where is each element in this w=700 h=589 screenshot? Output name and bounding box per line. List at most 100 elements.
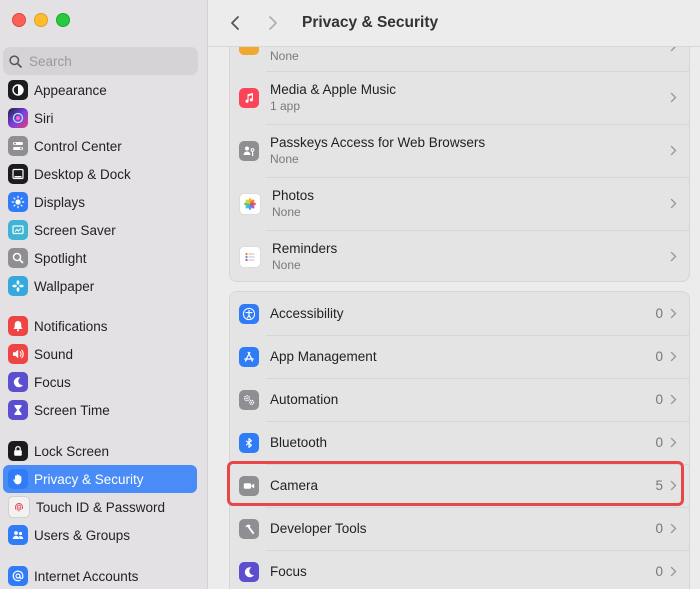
- sidebar-item-siri[interactable]: Siri: [3, 104, 197, 132]
- sidebar-item-label: Sound: [34, 346, 74, 362]
- list-item-name: Photos: [272, 188, 315, 203]
- sidebar-item-label: Appearance: [34, 82, 107, 98]
- list-item-app-management[interactable]: App Management 0: [237, 335, 683, 378]
- app-count: 0: [655, 392, 663, 407]
- list-item-accessibility[interactable]: Accessibility 0: [237, 292, 683, 335]
- dock-icon: [8, 164, 28, 184]
- sidebar-item-screen-saver[interactable]: Screen Saver: [3, 216, 197, 244]
- bluetooth-icon: [239, 432, 259, 453]
- app-count: 0: [655, 349, 663, 364]
- sidebar-item-label: Spotlight: [34, 250, 87, 266]
- video-camera-icon: [239, 475, 259, 496]
- sidebar-item-desktop-dock[interactable]: Desktop & Dock: [3, 160, 197, 188]
- list-item-name: Camera: [270, 478, 319, 493]
- list-item-focus[interactable]: Focus 0: [237, 550, 683, 589]
- hammer-icon: [239, 518, 259, 539]
- sidebar-item-users-groups[interactable]: Users & Groups: [3, 521, 197, 549]
- sidebar-item-label: Siri: [34, 110, 54, 126]
- chevron-right-icon: [670, 480, 677, 491]
- at-icon: [8, 566, 28, 586]
- sidebar-item-label: Screen Saver: [34, 222, 116, 238]
- list-item-name: Accessibility: [270, 306, 344, 321]
- sidebar-item-wallpaper[interactable]: Wallpaper: [3, 272, 197, 300]
- sidebar-item-lock-screen[interactable]: Lock Screen: [3, 437, 197, 465]
- list-item-status: None: [272, 258, 301, 272]
- list-item-status: 1 app: [270, 99, 301, 113]
- list-item-name: Reminders: [272, 241, 338, 256]
- list-item-reminders[interactable]: Reminders None: [237, 230, 683, 283]
- chevron-right-icon: [670, 145, 677, 156]
- sidebar-item-sound[interactable]: Sound: [3, 340, 197, 368]
- app-count: 0: [655, 306, 663, 321]
- search-input[interactable]: [27, 52, 191, 70]
- close-window-button[interactable]: [12, 13, 26, 27]
- app-count: 5: [655, 478, 663, 493]
- sidebar-item-label: Internet Accounts: [34, 568, 139, 584]
- zoom-window-button[interactable]: [56, 13, 70, 27]
- app-count: 0: [655, 564, 663, 579]
- list-item-name: App Management: [270, 349, 377, 364]
- back-button[interactable]: [220, 8, 250, 38]
- flower-icon: [8, 276, 28, 296]
- chevron-right-icon: [670, 394, 677, 405]
- sidebar-item-label: Touch ID & Password: [36, 499, 166, 515]
- chevron-right-icon: [670, 437, 677, 448]
- sidebar-item-touch-id[interactable]: Touch ID & Password: [3, 493, 197, 521]
- search-field[interactable]: [3, 47, 198, 75]
- appearance-icon: [8, 80, 28, 100]
- sidebar-item-internet-accounts[interactable]: Internet Accounts: [3, 562, 197, 589]
- list-item-name: Passkeys Access for Web Browsers: [270, 135, 486, 150]
- magnifier-icon: [8, 248, 28, 268]
- system-permissions-group: Accessibility 0 App Management 0 Automat…: [229, 291, 690, 589]
- accessibility-icon: [239, 303, 259, 324]
- sidebar-item-label: Users & Groups: [34, 527, 131, 543]
- sidebar-item-privacy-security[interactable]: Privacy & Security: [3, 465, 197, 493]
- list-item-automation[interactable]: Automation 0: [237, 378, 683, 421]
- list-item-developer-tools[interactable]: Developer Tools 0: [237, 507, 683, 550]
- list-item-passkeys[interactable]: Passkeys Access for Web Browsers None: [237, 124, 683, 177]
- sidebar-item-spotlight[interactable]: Spotlight: [3, 244, 197, 272]
- list-item-status: None: [270, 49, 299, 63]
- list-item-name: Automation: [270, 392, 339, 407]
- reminders-icon: [239, 245, 261, 268]
- list-item-bluetooth[interactable]: Bluetooth 0: [237, 421, 683, 464]
- list-item-name: Developer Tools: [270, 521, 367, 536]
- list-item-name: Bluetooth: [270, 435, 328, 450]
- sidebar-item-notifications[interactable]: Notifications: [3, 312, 197, 340]
- speaker-icon: [8, 344, 28, 364]
- app-permissions-group: None Media & Apple Music 1 app Passkeys …: [229, 20, 690, 282]
- sidebar-item-appearance[interactable]: Appearance: [3, 76, 197, 104]
- sidebar-item-label: Notifications: [34, 318, 108, 334]
- search-icon: [9, 54, 22, 68]
- users-icon: [8, 525, 28, 545]
- sidebar-item-label: Displays: [34, 194, 86, 210]
- chevron-right-icon: [670, 198, 677, 209]
- sidebar-item-focus[interactable]: Focus: [3, 368, 197, 396]
- list-item-photos[interactable]: Photos None: [237, 177, 683, 230]
- chevron-right-icon: [670, 92, 677, 103]
- control-center-icon: [8, 136, 28, 156]
- lock-icon: [8, 441, 28, 461]
- sidebar-item-control-center[interactable]: Control Center: [3, 132, 197, 160]
- list-item-name: Media & Apple Music: [270, 82, 397, 97]
- list-item-media-apple-music[interactable]: Media & Apple Music 1 app: [237, 71, 683, 124]
- sidebar-item-label: Screen Time: [34, 402, 110, 418]
- chevron-right-icon: [269, 16, 277, 30]
- chevron-right-icon: [670, 251, 677, 262]
- main-content: Privacy & Security None Media & Apple Mu…: [208, 0, 700, 589]
- fingerprint-icon: [8, 496, 30, 518]
- chevron-left-icon: [231, 16, 239, 30]
- hourglass-icon: [8, 400, 28, 420]
- music-note-icon: [239, 87, 259, 108]
- sidebar-item-label: Privacy & Security: [34, 471, 144, 487]
- sidebar-item-displays[interactable]: Displays: [3, 188, 197, 216]
- forward-button[interactable]: [258, 8, 288, 38]
- moon-icon: [8, 372, 28, 392]
- sidebar-item-label: Focus: [34, 374, 71, 390]
- minimize-window-button[interactable]: [34, 13, 48, 27]
- list-item-status: None: [270, 152, 299, 166]
- sidebar-item-screen-time[interactable]: Screen Time: [3, 396, 197, 424]
- list-item-camera[interactable]: Camera 5: [237, 464, 683, 507]
- window-controls: [12, 13, 70, 27]
- chevron-right-icon: [670, 566, 677, 577]
